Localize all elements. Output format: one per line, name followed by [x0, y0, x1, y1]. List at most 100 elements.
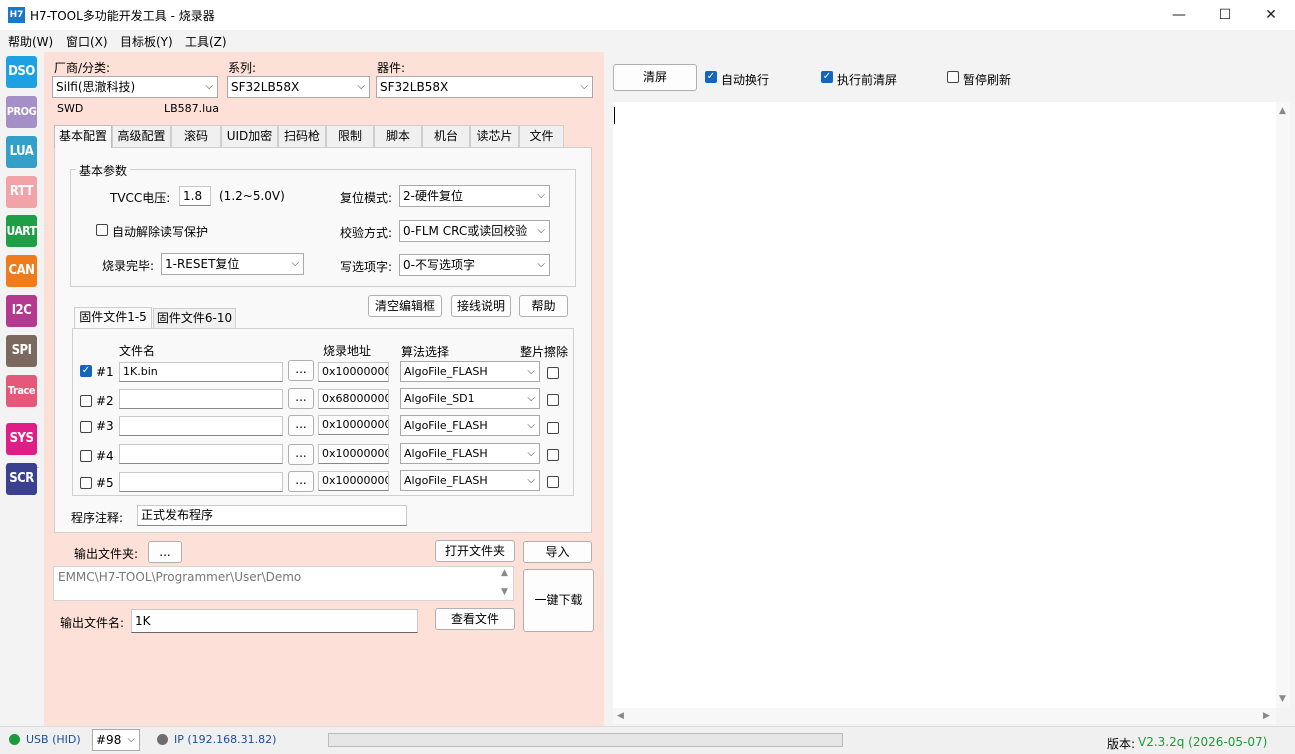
tvcc-input[interactable]: 1.8 — [179, 186, 211, 206]
firmware-5-file-input[interactable] — [119, 472, 283, 492]
chevron-down-icon: ⌵ — [127, 734, 135, 745]
program-note-input[interactable]: 正式发布程序 — [137, 505, 407, 526]
firmware-3-checkbox[interactable] — [80, 421, 92, 433]
reset-mode-select[interactable]: 2-硬件复位 ⌵ — [399, 185, 550, 207]
scroll-up-icon[interactable]: ▲ — [1279, 106, 1286, 116]
toolbar-prog-button[interactable]: PROG — [6, 96, 37, 128]
scroll-right-icon[interactable]: ▶ — [1263, 711, 1270, 721]
view-file-button[interactable]: 查看文件 — [435, 608, 515, 630]
firmware-5-checkbox[interactable] — [80, 477, 92, 489]
firmware-1-browse-button[interactable]: ... — [288, 360, 314, 381]
firmware-5-algo-select[interactable]: AlgoFile_FLASH ⌵ — [400, 470, 540, 491]
clear-before-run-label: 执行前清屏 — [837, 73, 898, 87]
firmware-1-address-input[interactable]: 0x10000000 — [318, 362, 389, 382]
menu-target-board[interactable]: 目标板(Y) — [120, 33, 173, 50]
firmware-1-algo-select[interactable]: AlgoFile_FLASH ⌵ — [400, 361, 540, 382]
toolbar-scr-button[interactable]: SCR — [6, 463, 37, 495]
horizontal-scrollbar[interactable]: ◀ ▶ — [613, 708, 1276, 724]
device-number-select[interactable]: #98 ⌵ — [92, 729, 140, 751]
vendor-select[interactable]: Silfi(思澈科技) ⌵ — [52, 76, 218, 98]
toolbar-sys-button[interactable]: SYS — [6, 423, 37, 455]
scroll-down-icon[interactable]: ▼ — [501, 587, 508, 597]
chevron-down-icon: ⌵ — [357, 81, 365, 92]
tab-firmware-1-5[interactable]: 固件文件1-5 — [74, 307, 152, 328]
option-bytes-select[interactable]: 0-不写选项字 ⌵ — [399, 254, 550, 276]
close-button[interactable]: ✕ — [1248, 0, 1294, 30]
firmware-3-file-input[interactable] — [119, 416, 283, 436]
firmware-2-address-input[interactable]: 0x68000000 — [318, 389, 389, 409]
verify-mode-select[interactable]: 0-FLM CRC或读回校验 ⌵ — [399, 220, 550, 242]
firmware-4-address-input[interactable]: 0x10000000 — [318, 444, 389, 464]
tab-limit[interactable]: 限制 — [326, 125, 374, 147]
device-select[interactable]: SF32LB58X ⌵ — [376, 76, 593, 98]
firmware-4-file-input[interactable] — [119, 444, 283, 464]
firmware-4-erase-checkbox[interactable] — [547, 449, 559, 461]
firmware-5-address-input[interactable]: 0x10000000 — [318, 471, 389, 491]
tab-rolling-code[interactable]: 滚码 — [171, 125, 221, 147]
series-select[interactable]: SF32LB58X ⌵ — [227, 76, 370, 98]
toolbar-uart-button[interactable]: UART — [6, 215, 37, 247]
clear-editor-button[interactable]: 清空编辑框 — [368, 295, 442, 317]
one-key-download-button[interactable]: 一键下载 — [523, 569, 594, 632]
firmware-3-browse-button[interactable]: ... — [288, 415, 314, 436]
firmware-3-address-input[interactable]: 0x10000000 — [318, 415, 389, 435]
toolbar-dso-button[interactable]: DSO — [6, 56, 37, 88]
scroll-up-icon[interactable]: ▲ — [501, 568, 508, 578]
wiring-guide-button[interactable]: 接线说明 — [451, 295, 511, 317]
import-button[interactable]: 导入 — [523, 541, 592, 563]
text-cursor — [614, 107, 615, 124]
log-output-area[interactable] — [613, 102, 1276, 708]
auto-unlock-checkbox[interactable] — [96, 224, 108, 236]
firmware-3-algo-select[interactable]: AlgoFile_FLASH ⌵ — [400, 415, 540, 436]
tab-uid-encrypt[interactable]: UID加密 — [221, 125, 278, 147]
firmware-4-browse-button[interactable]: ... — [288, 444, 314, 465]
firmware-1-checkbox[interactable]: ✓ — [80, 365, 92, 377]
toolbar-can-button[interactable]: CAN — [6, 255, 37, 287]
firmware-2-erase-checkbox[interactable] — [547, 394, 559, 406]
menu-help[interactable]: 帮助(W) — [8, 33, 53, 50]
tab-advanced-config[interactable]: 高级配置 — [112, 125, 171, 147]
clear-screen-button[interactable]: 清屏 — [613, 64, 697, 91]
finish-action-select[interactable]: 1-RESET复位 ⌵ — [161, 253, 304, 275]
maximize-button[interactable]: ☐ — [1202, 0, 1248, 30]
firmware-2-algo-select[interactable]: AlgoFile_SD1 ⌵ — [400, 388, 540, 409]
firmware-1-erase-checkbox[interactable] — [547, 367, 559, 379]
firmware-4-checkbox[interactable] — [80, 450, 92, 462]
scroll-left-icon[interactable]: ◀ — [617, 711, 624, 721]
tab-scanner[interactable]: 扫码枪 — [278, 125, 326, 147]
toolbar-trace-button[interactable]: Trace — [6, 375, 37, 407]
finish-label: 烧录完毕: — [102, 259, 155, 273]
tab-firmware-6-10[interactable]: 固件文件6-10 — [153, 308, 236, 328]
tab-file[interactable]: 文件 — [519, 125, 564, 147]
menu-tools[interactable]: 工具(Z) — [185, 33, 227, 50]
output-file-name-input[interactable]: 1K — [131, 609, 418, 633]
toolbar-spi-button[interactable]: SPI — [6, 335, 37, 367]
tab-machine[interactable]: 机台 — [422, 125, 470, 147]
window-title: H7-TOOL多功能开发工具 - 烧录器 — [30, 9, 215, 23]
scroll-down-icon[interactable]: ▼ — [1279, 694, 1286, 704]
firmware-2-checkbox[interactable] — [80, 395, 92, 407]
tab-read-chip[interactable]: 读芯片 — [470, 125, 519, 147]
pause-refresh-checkbox[interactable] — [947, 71, 959, 83]
toolbar-lua-button[interactable]: LUA — [6, 136, 37, 168]
output-folder-browse-button[interactable]: ... — [148, 541, 182, 563]
minimize-button[interactable]: — — [1156, 0, 1202, 30]
firmware-1-file-input[interactable]: 1K.bin — [119, 362, 283, 382]
menu-window[interactable]: 窗口(X) — [66, 33, 108, 50]
firmware-5-erase-checkbox[interactable] — [547, 476, 559, 488]
open-folder-button[interactable]: 打开文件夹 — [435, 540, 515, 562]
vertical-scrollbar[interactable]: ▲ ▼ — [1276, 102, 1290, 708]
help-button[interactable]: 帮助 — [519, 295, 568, 317]
firmware-4-algo-select[interactable]: AlgoFile_FLASH ⌵ — [400, 443, 540, 464]
firmware-2-browse-button[interactable]: ... — [288, 388, 314, 409]
output-folder-path-box[interactable]: EMMC\H7-TOOL\Programmer\User\Demo ▲ ▼ — [53, 566, 514, 601]
tab-basic-config[interactable]: 基本配置 — [54, 125, 112, 148]
firmware-2-file-input[interactable] — [119, 389, 283, 409]
toolbar-i2c-button[interactable]: I2C — [6, 295, 37, 327]
firmware-5-browse-button[interactable]: ... — [288, 471, 314, 492]
tab-script[interactable]: 脚本 — [374, 125, 422, 147]
clear-before-run-checkbox[interactable]: ✓ — [821, 71, 833, 83]
toolbar-rtt-button[interactable]: RTT — [6, 176, 37, 208]
auto-wrap-checkbox[interactable]: ✓ — [705, 71, 717, 83]
firmware-3-erase-checkbox[interactable] — [547, 422, 559, 434]
